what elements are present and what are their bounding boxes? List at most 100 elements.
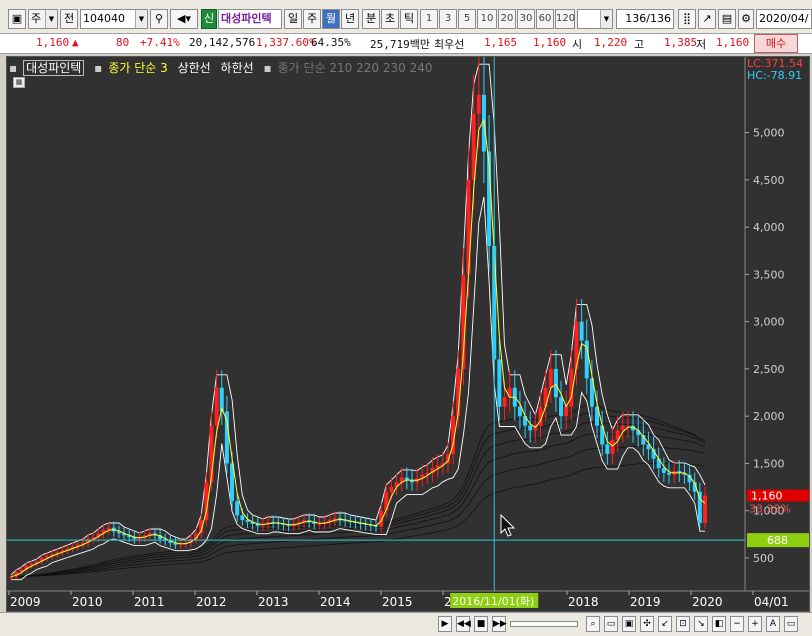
search-icon[interactable]: ⚲ [150,9,168,29]
period-select[interactable]: 주 ▼ [28,9,58,29]
legend-marker-icon: ▪ [9,61,18,75]
stock-code-input[interactable]: 104040 ▼ [80,9,148,29]
grid-icon[interactable]: ⣿ [678,9,696,29]
date-field[interactable]: 2020/04/ [756,9,812,29]
y-tick-label: 5,000 [753,127,785,140]
y-tick-label: 2,000 [753,410,785,423]
x-tick-label: 2019 [630,595,661,609]
indicator-icon[interactable]: ↗ [698,9,716,29]
candle-body [559,397,564,417]
marker-icon[interactable]: ◧ [712,616,726,632]
num-5[interactable]: 5 [458,9,476,29]
candle-body [9,576,13,578]
gear-icon[interactable]: ⚙ [738,9,754,29]
candle-body [240,515,245,521]
candle-body [497,359,502,407]
candle-body [553,368,558,398]
quote-bar: 1,160 ▲ 80 +7.41% 20,142,576 1,337.60% 6… [0,34,812,54]
candle-body [224,411,229,464]
open-label: 시 [572,38,583,51]
custom-interval-select[interactable]: ▼ [577,9,613,29]
current-price: 1,160 [36,36,70,49]
tab-week[interactable]: 주 [303,9,321,29]
play-icon[interactable]: ▶ [438,616,452,632]
candle-body [384,491,389,511]
legend-upper: 상한선 [177,61,211,75]
candle-body [661,468,666,473]
chart-area[interactable]: 500 1,000 1,500 2,000 2,500 3,000 3,500 4,000 4,… [6,56,810,612]
candle-body [548,368,553,388]
current-price-label: 1,160 [751,490,783,503]
x-tick-label: 2011 [134,595,165,609]
num-20[interactable]: 20 [498,9,516,29]
x-tick-label: 04/01 [754,595,789,609]
buy-button[interactable]: 매수 [754,34,798,53]
turnover: 64.35% [311,36,351,49]
tab-month[interactable]: 월 [322,9,340,29]
crosshair-date-label: 2016/11/01(화) [452,595,534,608]
zoom-in-icon[interactable]: + [748,616,762,632]
candle-body [605,444,610,454]
count-field[interactable]: 136/136 [616,9,674,29]
stock-name: 대성파인텍 [218,9,282,29]
bottom-toolbar: ▶ ◀◀ ■ ▶▶ ⌕ ▭ ▣ ✣ ↙ ⊡ ↘ ◧ − + A ▭ [0,612,812,636]
save-icon[interactable]: ▤ [718,9,736,29]
chart-window: ▣ 주 ▼ 전 104040 ▼ ⚲ ◀▾ 신 대성파인텍 일 주 월 년 분 초 … [0,0,812,636]
candle-body [543,387,548,407]
best-bid: 1,160 [533,36,567,49]
candle-body [214,387,219,426]
forward-icon[interactable]: ▶▶ [492,616,507,632]
legend-marker-icon: ▪ [263,61,272,75]
zoom-out-icon[interactable]: − [730,616,744,632]
tab-day[interactable]: 일 [284,9,302,29]
tab-tick[interactable]: 틱 [400,9,418,29]
y-tick-label: 3,000 [753,316,785,329]
y-tick-label: 2,500 [753,363,785,376]
rewind-icon[interactable]: ◀◀ [456,616,471,632]
legend-ma: 종가 단순 3 [108,61,168,75]
chevron-down-icon[interactable]: ▼ [135,10,147,28]
x-tick-label: 2014 [320,595,351,609]
num-30[interactable]: 30 [517,9,535,29]
x-tick-label: 2012 [196,595,227,609]
lock-icon[interactable]: ⊡ [676,616,690,632]
stop-icon[interactable]: ■ [474,616,488,632]
change-percent: +7.41% [140,36,180,49]
table-icon[interactable]: ▦ [13,77,25,88]
sin-badge[interactable]: 신 [201,9,217,29]
crosshair-icon[interactable]: ✣ [640,616,654,632]
scroll-slider[interactable] [510,621,578,627]
display-icon[interactable]: ▣ [622,616,636,632]
candle-body [703,495,707,523]
best-ask: 1,165 [484,36,518,49]
low-price: 1,160 [716,36,750,49]
num-10[interactable]: 10 [477,9,497,29]
tab-second[interactable]: 초 [381,9,399,29]
candle-body [106,527,111,530]
legend-lower: 하한선 [220,61,254,75]
window-menu-icon[interactable]: ▣ [8,9,26,29]
x-tick-label: 2020 [692,595,723,609]
count-value: 136 [625,12,647,25]
tab-minute[interactable]: 분 [362,9,380,29]
speaker-icon[interactable]: ◀▾ [170,9,198,29]
candle-body [409,480,414,483]
font-size-icon[interactable]: A [766,616,780,632]
up-arrow-icon: ▲ [72,36,79,49]
expand-icon[interactable]: ▭ [784,616,798,632]
num-3[interactable]: 3 [439,9,457,29]
price-chart-svg[interactable]: 5001,0001,5002,0002,5003,0003,5004,0004,… [7,57,809,611]
volume: 20,142,576 [189,36,256,49]
zoom-icon[interactable]: ⌕ [586,616,600,632]
num-1[interactable]: 1 [420,9,438,29]
tab-year[interactable]: 년 [341,9,359,29]
low-label: 저 [696,38,707,51]
pen-icon[interactable]: ↘ [694,616,708,632]
num-60[interactable]: 60 [536,9,554,29]
chart-type-icon[interactable]: ▭ [604,616,618,632]
line-tool-icon[interactable]: ↙ [658,616,672,632]
num-120[interactable]: 120 [555,9,575,29]
candle-body [620,425,625,431]
count-total: /136 [646,12,671,25]
jeon-button[interactable]: 전 [60,9,78,29]
